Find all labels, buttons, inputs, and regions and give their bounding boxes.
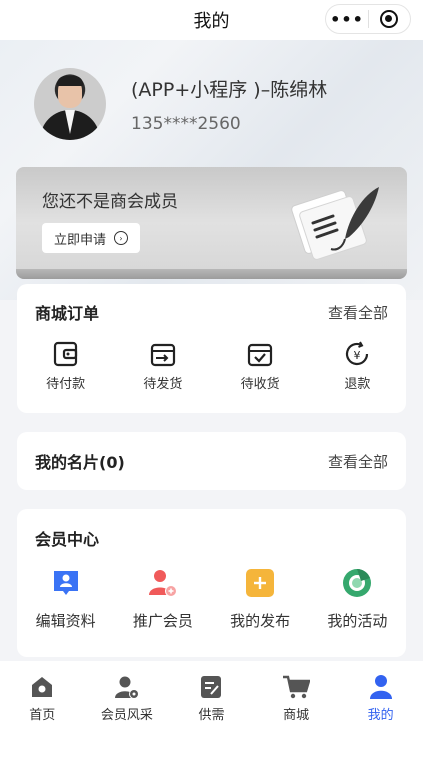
- member-center-title: 会员中心: [35, 530, 100, 549]
- target-icon: [380, 10, 399, 28]
- order-status-pending-payment[interactable]: 待付款: [17, 340, 114, 392]
- svg-text:¥: ¥: [354, 349, 361, 362]
- edit-profile-entry[interactable]: 编辑资料: [17, 567, 114, 631]
- profile-name: (APP+小程序 )–陈绵林: [131, 78, 328, 101]
- bottom-tab-bar: 首页 会员风采 供需 商城 我的: [0, 661, 423, 763]
- membership-status-text: 您还不是商会成员: [42, 192, 178, 212]
- business-cards-view-all-link[interactable]: 查看全部: [328, 451, 388, 472]
- close-miniprogram-button[interactable]: [369, 10, 410, 28]
- tab-home[interactable]: 首页: [0, 661, 84, 763]
- order-status-label: 待付款: [46, 377, 86, 392]
- my-activity-icon: [343, 569, 372, 597]
- tab-label: 我的: [367, 708, 394, 723]
- business-cards-card[interactable]: 我的名片(0) 查看全部: [17, 432, 406, 490]
- member-center-label: 我的活动: [327, 612, 388, 630]
- order-status-pending-shipment[interactable]: 待发货: [114, 340, 211, 392]
- document-quill-icon: [291, 187, 379, 260]
- tab-profile[interactable]: 我的: [339, 661, 423, 763]
- order-status-label: 待发货: [143, 377, 183, 392]
- my-post-icon: [246, 569, 275, 597]
- my-activities-entry[interactable]: 我的活动: [309, 567, 406, 631]
- promote-member-icon: [148, 570, 177, 597]
- tab-member-showcase[interactable]: 会员风采: [85, 661, 169, 763]
- order-status-pending-receipt[interactable]: 待收货: [212, 340, 309, 392]
- member-center-card: 会员中心 编辑资料 推广会员 我的发布 我的活动: [17, 509, 406, 657]
- membership-banner: 您还不是商会成员 立即申请 ›: [16, 167, 407, 279]
- ship-box-icon: [150, 343, 175, 367]
- edit-profile-icon: [53, 571, 78, 595]
- apply-membership-button[interactable]: 立即申请 ›: [42, 223, 141, 253]
- profile-info: (APP+小程序 )–陈绵林 135****2560: [131, 75, 327, 134]
- home-icon: [32, 677, 53, 697]
- more-menu-button[interactable]: •••: [326, 10, 368, 29]
- refund-icon: ¥: [346, 341, 369, 366]
- tab-supply-demand[interactable]: 供需: [169, 661, 253, 763]
- profile-icon: [369, 675, 392, 699]
- avatar[interactable]: [34, 68, 106, 140]
- tab-label: 首页: [29, 708, 56, 723]
- business-cards-title: 我的名片(0): [35, 453, 125, 472]
- tab-mall[interactable]: 商城: [254, 661, 338, 763]
- member-center-label: 推广会员: [132, 612, 193, 630]
- chevron-right-circle-icon: ›: [114, 231, 129, 245]
- mall-orders-card: 商城订单 查看全部 待付款 待发货 待收货 ¥ 退款: [17, 284, 406, 413]
- order-status-label: 待收货: [240, 377, 280, 392]
- order-status-label: 退款: [344, 377, 371, 392]
- promote-member-entry[interactable]: 推广会员: [114, 567, 211, 631]
- apply-button-label: 立即申请: [54, 232, 107, 248]
- member-center-label: 编辑资料: [35, 612, 96, 630]
- orders-title: 商城订单: [35, 304, 100, 323]
- member-center-label: 我的发布: [230, 612, 291, 630]
- my-posts-entry[interactable]: 我的发布: [212, 567, 309, 631]
- orders-view-all-link[interactable]: 查看全部: [328, 302, 388, 323]
- profile-phone: 135****2560: [131, 113, 241, 134]
- tab-label: 会员风采: [100, 708, 153, 723]
- tab-label: 供需: [198, 708, 225, 723]
- receive-box-icon: [248, 343, 273, 367]
- wallet-icon: [53, 341, 77, 367]
- profile-section[interactable]: (APP+小程序 )–陈绵林 135****2560: [34, 68, 327, 140]
- tab-label: 商城: [283, 708, 310, 723]
- member-showcase-icon: [114, 676, 139, 699]
- supply-demand-icon: [201, 676, 222, 698]
- navigation-bar: 我的 •••: [0, 0, 423, 40]
- page-title: 我的: [193, 11, 230, 32]
- miniprogram-capsule: •••: [325, 4, 411, 34]
- cart-icon: [283, 675, 311, 699]
- order-status-refund[interactable]: ¥ 退款: [309, 340, 406, 392]
